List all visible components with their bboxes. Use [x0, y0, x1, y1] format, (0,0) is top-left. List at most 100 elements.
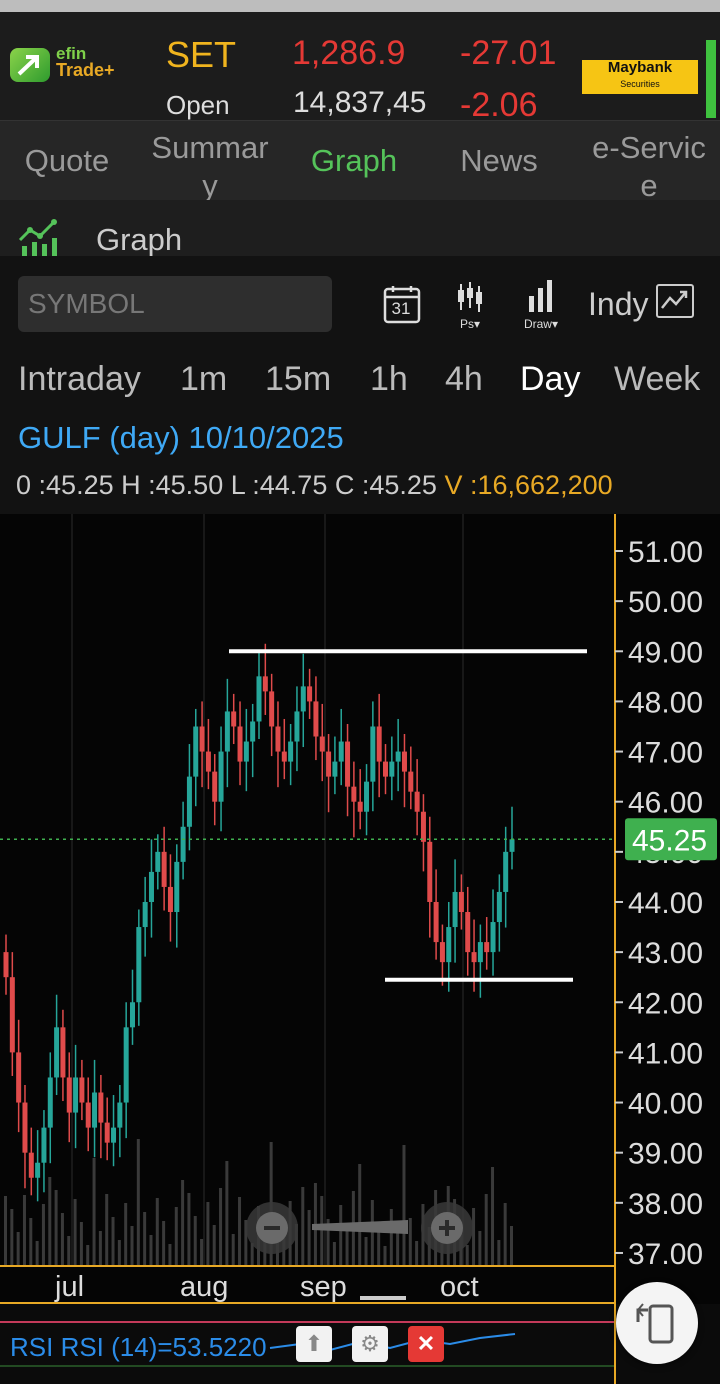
price-style-button[interactable]: Ps▾	[452, 282, 488, 331]
calendar-day: 31	[391, 299, 411, 318]
price-chart[interactable]: 51.0050.0049.0048.0047.0046.0045.0044.00…	[0, 514, 720, 1304]
volume-bar	[35, 1241, 39, 1266]
candle-body	[452, 891, 458, 928]
volume-bar	[181, 1180, 185, 1266]
period-4h[interactable]: 4h	[445, 360, 483, 399]
index-name[interactable]: SET	[166, 34, 236, 76]
price-tick-label: 37.00	[628, 1238, 703, 1271]
volume-bar	[86, 1245, 90, 1266]
candle-body	[111, 1127, 117, 1143]
price-tick-label: 42.00	[628, 987, 703, 1020]
candle-body	[351, 786, 357, 802]
candle-body	[465, 912, 471, 953]
candle-body	[148, 871, 154, 902]
candle-body	[345, 741, 351, 787]
candle-body	[427, 841, 433, 902]
price-tick-label: 40.00	[628, 1088, 703, 1121]
rsi-move-up-button[interactable]: ⬆	[296, 1326, 332, 1362]
volume-label: V :	[444, 470, 478, 500]
rsi-close-button[interactable]: ✕	[408, 1326, 444, 1362]
app-header: efin Trade+ SET Open 1,286.9 14,837,45 -…	[0, 12, 720, 124]
open-label: 0 :	[16, 470, 47, 500]
calendar-button[interactable]: 31	[382, 284, 422, 329]
x-tick-label: aug	[180, 1271, 228, 1303]
rsi-settings-button[interactable]: ⚙	[352, 1326, 388, 1362]
tab-news[interactable]: News	[434, 143, 564, 201]
index-change: -27.01	[460, 34, 557, 72]
period-week[interactable]: Week	[614, 360, 700, 399]
volume-bar	[98, 1231, 102, 1266]
symbol-input[interactable]: SYMBOL	[18, 276, 332, 332]
price-tick-label: 38.00	[628, 1188, 703, 1221]
candle-body	[288, 741, 294, 762]
index-volume: 14,837,45	[293, 86, 427, 119]
volume-bar	[105, 1194, 109, 1266]
high-label: H :	[121, 470, 156, 500]
period-day[interactable]: Day	[520, 360, 580, 399]
period-1m[interactable]: 1m	[180, 360, 227, 399]
candle-body	[439, 942, 445, 963]
candle-body	[307, 686, 313, 702]
price-tick-label: 47.00	[628, 737, 703, 770]
volume-bar	[92, 1158, 96, 1266]
zoom-slider[interactable]	[312, 1220, 408, 1234]
candle-body	[218, 751, 224, 802]
candle-body	[136, 927, 142, 1003]
zoom-control[interactable]	[244, 1200, 476, 1256]
period-15m[interactable]: 15m	[265, 360, 331, 399]
candle-body	[73, 1077, 79, 1113]
efin-logo: efin Trade+	[10, 44, 150, 96]
indicator-button[interactable]: Indy	[588, 286, 648, 323]
volume-bar	[130, 1226, 134, 1266]
rotate-screen-button[interactable]	[616, 1282, 698, 1364]
tab-summary[interactable]: Summar y	[142, 129, 278, 201]
volume-bar	[219, 1188, 223, 1266]
x-tick-label: sep	[300, 1271, 347, 1303]
candle-body	[471, 952, 477, 963]
volume-bar	[73, 1199, 77, 1266]
price-tick-label: 50.00	[628, 586, 703, 619]
volume-bar	[29, 1218, 33, 1266]
indicator-icon[interactable]	[656, 284, 694, 318]
candle-body	[47, 1077, 53, 1128]
x-tick-label: oct	[440, 1271, 479, 1303]
bar-chart-icon	[529, 280, 552, 312]
price-tick-label: 46.00	[628, 787, 703, 820]
candle-body	[123, 1027, 129, 1103]
candle-body	[186, 776, 192, 827]
close-icon: ✕	[416, 1331, 436, 1356]
candle-body	[269, 691, 275, 727]
candle-body	[9, 977, 15, 1053]
candle-body	[79, 1077, 85, 1103]
candle-body	[326, 751, 332, 777]
high-value: 45.50	[155, 470, 224, 500]
draw-button[interactable]: Draw▾	[518, 280, 564, 331]
candle-body	[193, 726, 199, 777]
candle-body	[477, 942, 483, 963]
volume-bar	[155, 1198, 159, 1266]
period-1h[interactable]: 1h	[370, 360, 408, 399]
tab-quote[interactable]: Quote	[0, 143, 134, 201]
volume-bar	[484, 1194, 488, 1266]
volume-bar	[48, 1177, 52, 1266]
period-intraday[interactable]: Intraday	[18, 360, 141, 399]
candle-body	[16, 1052, 22, 1103]
candle-body	[294, 711, 300, 742]
candle-body	[205, 751, 211, 772]
candlestick-chart[interactable]: 51.0050.0049.0048.0047.0046.0045.0044.00…	[0, 514, 720, 1304]
open-value: 45.25	[46, 470, 114, 500]
candle-body	[300, 686, 306, 712]
tab-eservice[interactable]: e-Servic e	[578, 129, 720, 201]
connection-indicator	[706, 40, 716, 118]
candle-body	[104, 1122, 110, 1143]
candle-body	[458, 891, 464, 913]
tab-graph[interactable]: Graph	[290, 143, 418, 201]
candle-body	[250, 721, 256, 742]
candle-body	[22, 1102, 28, 1153]
candle-body	[313, 701, 319, 737]
volume-bar	[193, 1216, 197, 1266]
candle-body	[262, 676, 268, 692]
price-tick-label: 44.00	[628, 887, 703, 920]
candle-body	[60, 1027, 66, 1078]
close-value: 45.25	[369, 470, 437, 500]
